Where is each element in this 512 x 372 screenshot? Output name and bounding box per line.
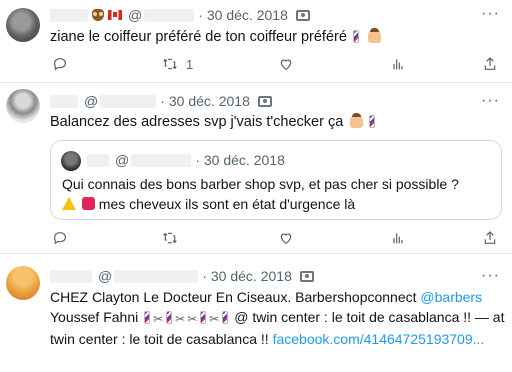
redacted-handle bbox=[114, 269, 199, 283]
scissors-icon: ✂ bbox=[175, 312, 186, 326]
tweet-2[interactable]: @ · 30 déc. 2018 ··· Balancez des adress… bbox=[0, 83, 512, 254]
quoted-text: Qui connais des bons barber shop svp, et… bbox=[62, 176, 459, 212]
redacted-name bbox=[87, 153, 109, 167]
avatar[interactable] bbox=[6, 89, 40, 123]
bar-chart-icon bbox=[393, 233, 403, 244]
bar-chart-icon bbox=[393, 59, 403, 70]
heart-icon bbox=[280, 233, 292, 245]
more-options-icon[interactable]: ··· bbox=[481, 5, 500, 23]
camera-icon bbox=[295, 9, 310, 21]
person-haircut-icon bbox=[367, 28, 381, 43]
scissors-icon: ✂ bbox=[153, 312, 164, 326]
share-icon bbox=[484, 57, 496, 70]
barber-pole-icon bbox=[200, 311, 207, 324]
scissors-icon: ✂ bbox=[209, 312, 220, 326]
tweet-header: @ · 30 déc. 2018 bbox=[50, 7, 310, 23]
barber-pole-icon bbox=[369, 115, 376, 128]
handle-at: @ bbox=[115, 152, 130, 168]
handle-at: @ bbox=[98, 268, 113, 284]
scissors-icon: ✂ bbox=[187, 312, 198, 326]
more-options-icon[interactable]: ··· bbox=[481, 92, 500, 110]
quoted-avatar bbox=[61, 151, 81, 171]
camera-icon bbox=[257, 95, 272, 107]
owl-emoji-icon bbox=[92, 9, 104, 21]
handle-at: @ bbox=[84, 93, 99, 109]
barber-pole-icon bbox=[222, 311, 229, 324]
heart-icon bbox=[280, 59, 292, 71]
more-options-icon[interactable]: ··· bbox=[481, 267, 500, 285]
reply-icon bbox=[54, 232, 66, 245]
share-icon bbox=[484, 231, 496, 244]
barber-pole-icon bbox=[166, 311, 173, 324]
views-button[interactable] bbox=[390, 230, 406, 246]
reply-button[interactable] bbox=[52, 230, 68, 246]
warning-emoji-icon bbox=[62, 197, 76, 210]
views-button[interactable] bbox=[390, 56, 406, 72]
redacted-name bbox=[50, 8, 88, 22]
handle-at: @ bbox=[128, 7, 143, 23]
redacted-handle bbox=[131, 153, 192, 167]
reply-button[interactable] bbox=[52, 56, 68, 72]
tweet-text: ziane le coiffeur préféré de ton coiffeu… bbox=[50, 27, 381, 47]
tweet-text: CHEZ Clayton Le Docteur En Ciseaux. Barb… bbox=[50, 289, 505, 347]
redacted-name bbox=[50, 94, 78, 108]
tweet-3[interactable]: @ · 30 déc. 2018 ··· CHEZ Clayton Le Doc… bbox=[0, 254, 512, 372]
avatar[interactable] bbox=[6, 8, 40, 42]
tweet-header: @ · 30 déc. 2018 bbox=[50, 268, 314, 284]
facebook-link[interactable]: facebook.com/41464725193709... bbox=[273, 331, 485, 347]
redacted-handle bbox=[100, 94, 157, 108]
quoted-header: @ · 30 déc. 2018 bbox=[87, 152, 285, 168]
tweet-actions: 1 bbox=[52, 54, 502, 74]
retweet-icon bbox=[163, 58, 177, 70]
avatar[interactable] bbox=[6, 266, 40, 300]
reply-icon bbox=[54, 58, 66, 71]
quoted-date: 30 déc. 2018 bbox=[203, 152, 285, 168]
camera-icon bbox=[299, 270, 314, 282]
retweet-button[interactable] bbox=[162, 230, 178, 246]
person-haircut-icon bbox=[350, 113, 364, 128]
share-button[interactable] bbox=[482, 230, 498, 246]
share-button[interactable] bbox=[482, 56, 498, 72]
tweet-header: @ · 30 déc. 2018 bbox=[50, 93, 272, 109]
siren-emoji-icon bbox=[81, 197, 95, 210]
tweet-date[interactable]: 30 déc. 2018 bbox=[211, 268, 292, 284]
like-button[interactable] bbox=[278, 56, 294, 72]
retweet-count: 1 bbox=[186, 56, 194, 72]
tweet-date[interactable]: 30 déc. 2018 bbox=[169, 93, 250, 109]
retweet-icon bbox=[163, 232, 177, 244]
canada-flag-icon bbox=[108, 10, 122, 20]
tweet-text: Balancez des adresses svp j'vais t'check… bbox=[50, 112, 377, 132]
barber-pole-icon bbox=[144, 311, 151, 324]
barber-pole-icon bbox=[352, 30, 359, 43]
tweet-date[interactable]: 30 déc. 2018 bbox=[207, 7, 288, 23]
tweet-1[interactable]: @ · 30 déc. 2018 ··· ziane le coiffeur p… bbox=[0, 0, 512, 83]
quoted-tweet[interactable]: @ · 30 déc. 2018 Qui connais des bons ba… bbox=[50, 140, 502, 220]
retweet-button[interactable]: 1 bbox=[162, 56, 193, 72]
tweet-actions bbox=[52, 228, 502, 248]
redacted-name bbox=[50, 269, 92, 283]
mention-link[interactable]: @barbers bbox=[420, 289, 482, 305]
redacted-handle bbox=[144, 8, 195, 22]
like-button[interactable] bbox=[278, 230, 294, 246]
